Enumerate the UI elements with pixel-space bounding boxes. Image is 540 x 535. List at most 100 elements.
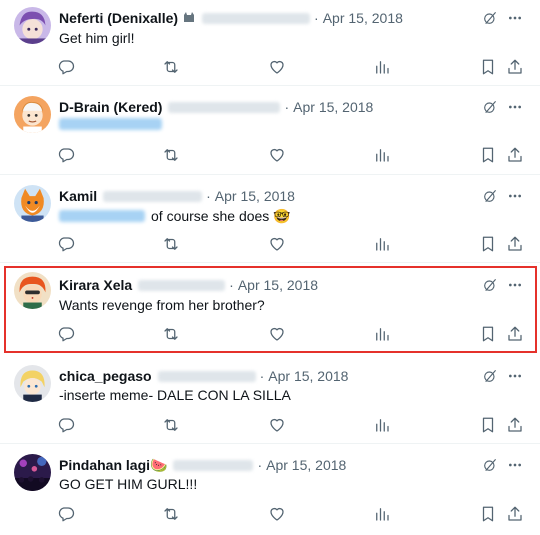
tweet-header: Pindahan lagi🍉 handle · Apr 15, 2018: [59, 456, 460, 474]
bookmark-icon[interactable]: [479, 505, 497, 523]
action-bar: [0, 325, 540, 343]
avatar[interactable]: [14, 96, 51, 133]
action-bar: [0, 416, 540, 434]
avatar[interactable]: [14, 7, 51, 44]
user-handle[interactable]: handle: [173, 459, 254, 471]
heart-icon[interactable]: [268, 325, 286, 343]
display-name[interactable]: Kamil: [59, 187, 97, 205]
tweet-date[interactable]: Apr 15, 2018: [215, 187, 295, 205]
tweet-text: Wants revenge from her brother?: [59, 297, 265, 313]
more-icon[interactable]: [507, 368, 523, 384]
reply-icon[interactable]: [57, 235, 75, 253]
user-handle[interactable]: handle: [138, 279, 226, 291]
share-icon[interactable]: [506, 146, 524, 164]
tweet-5[interactable]: Pindahan lagi🍉 handle · Apr 15, 2018 GO …: [0, 444, 540, 535]
avatar[interactable]: [14, 185, 51, 222]
share-icon[interactable]: [506, 58, 524, 76]
avatar[interactable]: [14, 272, 51, 309]
bookmark-icon[interactable]: [479, 235, 497, 253]
views-bar-icon[interactable]: [373, 235, 391, 253]
heart-icon[interactable]: [268, 416, 286, 434]
display-name[interactable]: chica_pegaso: [59, 367, 152, 385]
tweet-0[interactable]: Neferti (Denixalle) handle · Apr 15, 201…: [0, 0, 540, 86]
tweet-date[interactable]: Apr 15, 2018: [266, 456, 346, 474]
tweet-2[interactable]: Kamil handle · Apr 15, 2018 mention of c…: [0, 175, 540, 263]
grok-icon[interactable]: [482, 457, 498, 473]
tweet-text: mention of course she does 🤓: [59, 207, 291, 225]
tweet-text: mention: [59, 118, 168, 130]
separator-dot: ·: [229, 277, 234, 293]
views-bar-icon[interactable]: [373, 505, 391, 523]
separator-dot: ·: [257, 457, 263, 473]
retweet-icon[interactable]: [162, 235, 180, 253]
share-icon[interactable]: [506, 325, 524, 343]
avatar[interactable]: [14, 454, 51, 491]
user-handle[interactable]: handle: [168, 101, 281, 113]
display-name[interactable]: Pindahan lagi🍉: [59, 456, 167, 474]
reply-icon[interactable]: [57, 325, 75, 343]
bookmark-icon[interactable]: [479, 58, 497, 76]
views-bar-icon[interactable]: [373, 416, 391, 434]
reply-icon[interactable]: [57, 505, 75, 523]
tweet-header: Kirara Xela handle · Apr 15, 2018: [59, 276, 460, 294]
grok-icon[interactable]: [482, 99, 498, 115]
tweet-header: Neferti (Denixalle) handle · Apr 15, 201…: [59, 9, 460, 27]
tweet-header: Kamil handle · Apr 15, 2018: [59, 187, 460, 205]
mention-link[interactable]: mention: [59, 118, 162, 130]
separator-dot: ·: [206, 188, 211, 204]
grok-icon[interactable]: [482, 188, 498, 204]
reply-icon[interactable]: [57, 416, 75, 434]
tweet-date[interactable]: Apr 15, 2018: [238, 276, 318, 294]
tweet-text-content: of course she does 🤓: [151, 208, 291, 224]
more-icon[interactable]: [507, 10, 523, 26]
views-bar-icon[interactable]: [373, 58, 391, 76]
more-icon[interactable]: [507, 457, 523, 473]
tweet-3-highlighted[interactable]: Kirara Xela handle · Apr 15, 2018 Wants …: [0, 263, 540, 355]
reply-icon[interactable]: [57, 146, 75, 164]
grok-icon[interactable]: [482, 368, 498, 384]
bookmark-icon[interactable]: [479, 146, 497, 164]
heart-icon[interactable]: [268, 58, 286, 76]
more-icon[interactable]: [507, 277, 523, 293]
bookmark-icon[interactable]: [479, 416, 497, 434]
user-handle[interactable]: handle: [103, 190, 203, 202]
more-icon[interactable]: [507, 99, 523, 115]
separator-dot: ·: [259, 368, 265, 384]
tweet-header: chica_pegaso handle · Apr 15, 2018: [59, 367, 460, 385]
retweet-icon[interactable]: [162, 146, 180, 164]
heart-icon[interactable]: [268, 146, 286, 164]
reply-icon[interactable]: [57, 58, 75, 76]
tweet-date[interactable]: Apr 15, 2018: [268, 367, 348, 385]
retweet-icon[interactable]: [162, 416, 180, 434]
tweet-text: Get him girl!: [59, 30, 135, 46]
heart-icon[interactable]: [268, 505, 286, 523]
share-icon[interactable]: [506, 416, 524, 434]
retweet-icon[interactable]: [162, 325, 180, 343]
action-bar: [0, 505, 540, 523]
display-name[interactable]: Neferti (Denixalle): [59, 9, 178, 27]
share-icon[interactable]: [506, 505, 524, 523]
user-handle[interactable]: handle: [157, 370, 256, 382]
avatar[interactable]: [14, 365, 51, 402]
display-name[interactable]: D-Brain (Kered): [59, 98, 162, 116]
tweet-date[interactable]: Apr 15, 2018: [293, 98, 373, 116]
mention-link[interactable]: mention: [59, 210, 145, 222]
tweet-text: GO GET HIM GURL!!!: [59, 476, 198, 492]
views-bar-icon[interactable]: [373, 325, 391, 343]
user-handle[interactable]: handle: [202, 12, 311, 24]
share-icon[interactable]: [506, 235, 524, 253]
grok-icon[interactable]: [482, 10, 498, 26]
retweet-icon[interactable]: [162, 505, 180, 523]
separator-dot: ·: [284, 99, 290, 115]
grok-icon[interactable]: [482, 277, 498, 293]
tweet-4[interactable]: chica_pegaso handle · Apr 15, 2018 -inse…: [0, 355, 540, 444]
heart-icon[interactable]: [268, 235, 286, 253]
display-name[interactable]: Kirara Xela: [59, 276, 132, 294]
bookmark-icon[interactable]: [479, 325, 497, 343]
tweet-date[interactable]: Apr 15, 2018: [323, 9, 403, 27]
more-icon[interactable]: [507, 188, 523, 204]
views-bar-icon[interactable]: [373, 146, 391, 164]
tweet-1[interactable]: D-Brain (Kered) handle · Apr 15, 2018 me…: [0, 86, 540, 175]
retweet-icon[interactable]: [162, 58, 180, 76]
action-bar: [0, 146, 540, 164]
